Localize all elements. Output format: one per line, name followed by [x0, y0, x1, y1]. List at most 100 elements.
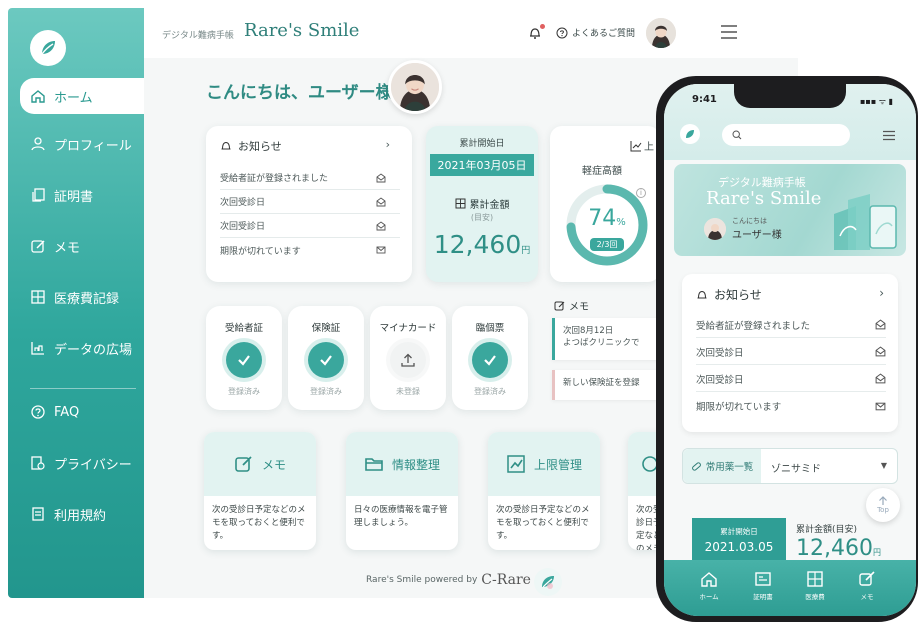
ratio-fraction: 2/3回 — [590, 238, 624, 251]
documents-icon — [30, 187, 46, 203]
pill-icon — [691, 461, 701, 471]
document-title: 保険証 — [311, 323, 341, 334]
sidebar-item-privacy[interactable]: プライバシー — [20, 445, 144, 481]
medication-label: 常用薬一覧 — [705, 462, 754, 473]
memo-line: 新しい保険証を登録 — [563, 378, 640, 388]
footer-brand-name: C-Rare — [481, 572, 531, 588]
sidebar-item-label: プロフィール — [54, 138, 132, 154]
sidebar-item-faq[interactable]: FAQ — [20, 394, 144, 430]
document-title: マイナカード — [379, 323, 437, 334]
feature-card-limit[interactable]: 上限管理 次の受診日予定などのメモを取っておくと便利です。 — [488, 432, 600, 550]
hero-illustration — [834, 194, 897, 250]
bell-icon — [697, 290, 707, 298]
notice-item[interactable]: 次回受診日 — [220, 190, 400, 214]
feature-title: メモ — [261, 457, 286, 472]
app-subtitle: デジタル難病手帳 — [162, 31, 234, 41]
chart-link-label: 上 — [644, 142, 654, 153]
notification-dot — [540, 24, 545, 29]
notices-header: お知らせ — [696, 286, 762, 303]
app-logo[interactable] — [30, 30, 66, 66]
ratio-card[interactable]: 上 軽症高額 i 74% 2/3回 — [550, 126, 660, 282]
memo-item[interactable]: 新しい保険証を登録 — [552, 370, 662, 400]
edit-icon — [859, 571, 875, 586]
chevron-right-icon[interactable]: › — [386, 138, 390, 151]
envelope-icon — [875, 402, 886, 410]
document-card-clinical[interactable]: 臨個票 登録済み — [452, 306, 528, 410]
check-icon — [308, 342, 344, 378]
total-amount-note: (目安) — [470, 213, 494, 222]
notice-item[interactable]: 期限が切れています — [696, 393, 886, 419]
document-card-insurance[interactable]: 保険証 登録済み — [288, 306, 364, 410]
top-bar: デジタル難病手帳 Rare's Smile よくあるご質問 — [144, 8, 798, 58]
notices-card: お知らせ › 受給者証が登録されました 次回受診日 次回受診日 期限が切れていま… — [206, 126, 412, 282]
hero-hello: こんにちは — [732, 217, 767, 225]
start-date-label: 累計開始日 — [459, 139, 505, 149]
memo-item[interactable]: 次回8月12日 よつばクリニックで — [552, 318, 662, 360]
feature-card-info[interactable]: 情報整理 日々の医療情報を電子管理しましょう。 — [346, 432, 458, 550]
feature-description: 次の受診日予定などのメモを取っておくと便利です。 — [212, 505, 306, 541]
envelope-open-icon — [376, 172, 386, 182]
phone-summary[interactable]: 累計開始日 2021.03.05 累計金額(目安) 12,460円 — [692, 518, 882, 562]
phone-frame: 9:41 ▪▪▪ ᯤ ▮ デジタル難病手帳 Rare's Smile こんにちは… — [656, 76, 918, 622]
notice-item[interactable]: 受給者証が登録されました — [696, 312, 886, 338]
feature-header: メモ — [204, 432, 316, 496]
id-card-icon — [755, 572, 771, 586]
feature-title: 情報整理 — [391, 457, 440, 472]
sidebar-item-medical-costs[interactable]: 医療費記録 — [20, 279, 144, 315]
check-icon — [226, 342, 262, 378]
notice-item[interactable]: 次回受診日 — [696, 339, 886, 365]
sidebar-item-profile[interactable]: プロフィール — [20, 126, 144, 162]
envelope-open-icon — [376, 196, 386, 206]
notice-text: 次回受診日 — [696, 347, 744, 359]
scroll-top-button[interactable]: Top — [866, 488, 900, 522]
trend-icon — [630, 140, 642, 151]
tab-label: ホーム — [699, 593, 719, 601]
chart-link[interactable]: 上 — [630, 138, 654, 153]
phone-notch — [734, 84, 846, 108]
notice-item[interactable]: 受給者証が登録されました — [220, 166, 400, 190]
total-amount-value: 12,460 — [796, 536, 873, 561]
edit-icon — [554, 301, 565, 311]
edit-icon — [30, 238, 46, 254]
hamburger-menu-icon[interactable] — [882, 130, 896, 141]
feature-card-memo[interactable]: メモ 次の受診日予定などのメモを取っておくと便利です。 — [204, 432, 316, 550]
phone-notices-card: お知らせ › 受給者証が登録されました 次回受診日 次回受診日 期限が切れていま… — [682, 274, 898, 432]
medication-select[interactable]: 常用薬一覧 ゾニサミド ▼ — [682, 448, 898, 484]
sidebar-item-memo[interactable]: メモ — [20, 228, 144, 264]
notice-text: 期限が切れています — [220, 246, 301, 257]
phone-search-input[interactable] — [722, 124, 850, 146]
sidebar-item-data-square[interactable]: データの広場 — [20, 330, 144, 366]
hamburger-menu-icon[interactable] — [720, 24, 738, 40]
ratio-percent-unit: % — [616, 217, 626, 228]
footer-text: Rare's Smile powered by — [366, 575, 478, 585]
tab-memo[interactable]: メモ — [842, 570, 892, 601]
avatar[interactable] — [646, 18, 676, 48]
question-icon — [556, 27, 568, 38]
tab-certificates[interactable]: 証明書 — [738, 570, 788, 601]
notice-item[interactable]: 期限が切れています — [220, 238, 400, 262]
sidebar-item-home[interactable]: ホーム — [20, 78, 152, 114]
leaf-logo-icon — [686, 130, 694, 138]
notices-header: お知らせ — [220, 138, 282, 154]
faq-link[interactable]: よくあるご質問 — [556, 26, 635, 39]
status-icons: ▪▪▪ ᯤ ▮ — [860, 97, 894, 106]
phone-logo[interactable] — [680, 124, 700, 144]
cumulative-card[interactable]: 累計開始日 2021年03月05日 累計金額 (目安) 12,460円 — [426, 126, 538, 282]
sidebar-item-certificates[interactable]: 証明書 — [20, 177, 144, 213]
leaf-logo-icon — [41, 41, 55, 55]
document-card-mynumber[interactable]: マイナカード 未登録 — [370, 306, 446, 410]
tab-home[interactable]: ホーム — [684, 570, 734, 601]
tab-medical-costs[interactable]: 医療費 — [790, 570, 840, 601]
feature-description: 次の受診日予定などのメモを取っておくと便利です。 — [496, 505, 590, 541]
start-date-label: 累計開始日 — [720, 527, 758, 536]
notice-text: 期限が切れています — [696, 402, 782, 413]
chevron-right-icon[interactable]: › — [879, 286, 884, 300]
document-card-recipient[interactable]: 受給者証 登録済み — [206, 306, 282, 410]
footer-brand: Rare's Smile powered by C-Rare — [366, 572, 531, 588]
check-icon — [472, 342, 508, 378]
avatar-large — [388, 60, 442, 114]
sidebar-item-label: メモ — [54, 240, 81, 256]
sidebar-item-terms[interactable]: 利用規約 — [20, 496, 144, 532]
notice-item[interactable]: 次回受診日 — [220, 214, 400, 238]
notice-item[interactable]: 次回受診日 — [696, 366, 886, 392]
